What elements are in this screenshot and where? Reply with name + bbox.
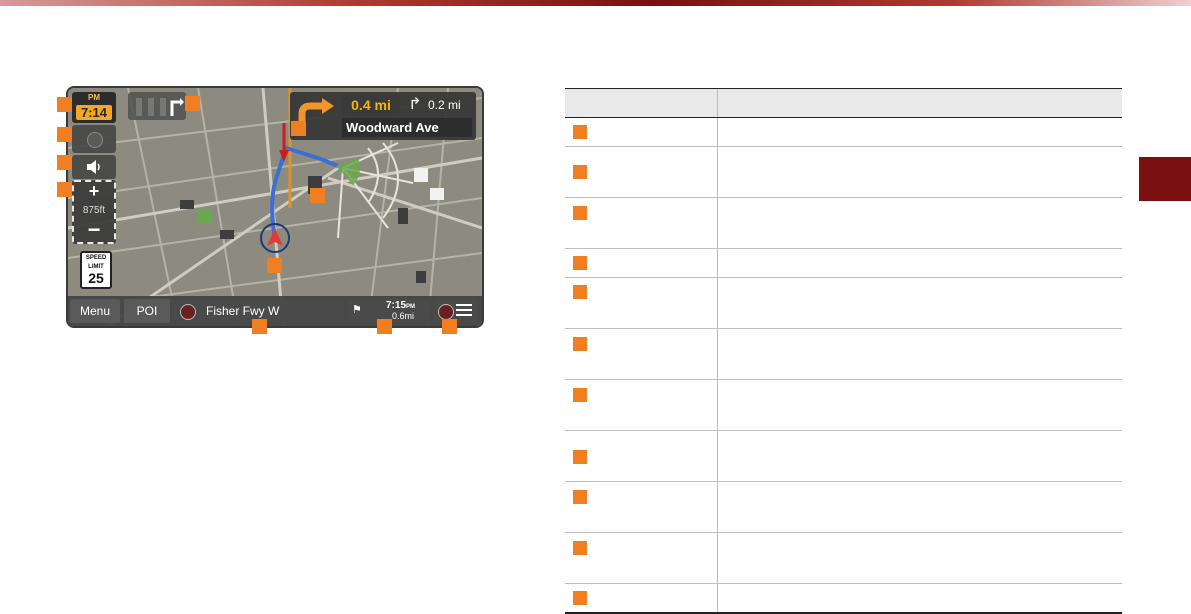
speaker-icon xyxy=(87,160,100,174)
row-marker xyxy=(573,165,587,179)
next-turn-right-icon: ↱ xyxy=(408,96,422,113)
eta-time-value: 7:15 xyxy=(386,300,407,311)
table-cell xyxy=(565,533,718,583)
eta-ampm: PM xyxy=(406,304,416,310)
zoom-scale-label: 875ft xyxy=(82,205,106,216)
table-cell xyxy=(565,278,718,328)
callout-marker xyxy=(291,121,306,136)
callout-marker xyxy=(57,155,72,170)
checkered-flag-icon: ⚑ xyxy=(352,304,362,316)
table-row xyxy=(565,249,1122,278)
turn-distance: 0.4 mi xyxy=(342,95,400,115)
next-turn-distance: 0.2 mi xyxy=(428,98,461,112)
legend-table xyxy=(565,88,1122,614)
callout-marker xyxy=(310,188,325,203)
table-row xyxy=(565,198,1122,249)
table-row xyxy=(565,482,1122,533)
menu-button[interactable]: Menu xyxy=(70,299,120,323)
current-road-name: Fisher Fwy W xyxy=(206,304,280,318)
callout-marker xyxy=(57,127,72,142)
table-cell xyxy=(565,118,718,146)
table-row xyxy=(565,584,1122,614)
speed-limit-sign: SPEED LIMIT 25 xyxy=(80,251,112,289)
poi-button[interactable]: POI xyxy=(124,299,170,323)
callout-marker xyxy=(57,182,72,197)
table-row xyxy=(565,329,1122,380)
clock-display: PM 7:14 xyxy=(72,92,116,123)
speed-limit-title-1: SPEED xyxy=(85,255,107,261)
row-marker xyxy=(573,591,587,605)
bottom-bar: Menu POI Fisher Fwy W ⚑ 7:15PM 0.6mi xyxy=(68,296,482,326)
clock-time: 7:14 xyxy=(76,105,112,120)
callout-marker xyxy=(252,319,267,334)
table-header xyxy=(565,88,1122,118)
table-cell xyxy=(565,147,718,197)
table-row xyxy=(565,118,1122,147)
row-marker xyxy=(573,337,587,351)
top-accent-bar xyxy=(0,0,1191,6)
turn-street-name: Woodward Ave xyxy=(342,118,472,137)
table-header-cell xyxy=(565,89,718,117)
volume-button[interactable] xyxy=(72,155,116,179)
table-cell xyxy=(565,329,718,379)
table-cell xyxy=(565,249,718,277)
list-icon xyxy=(456,304,472,318)
table-row xyxy=(565,380,1122,431)
table-cell xyxy=(565,198,718,248)
callout-marker xyxy=(57,97,72,112)
clock-ampm: PM xyxy=(88,93,100,102)
callout-marker xyxy=(442,319,457,334)
row-marker xyxy=(573,541,587,555)
road-compass-icon xyxy=(180,304,196,320)
speed-limit-value: 25 xyxy=(88,270,104,286)
lane-guidance xyxy=(128,92,186,120)
row-marker xyxy=(573,125,587,139)
callout-marker xyxy=(185,96,200,111)
navigation-screen: PM 7:14 + 875ft − SPEED LIMIT 25 0.4 mi … xyxy=(68,88,482,326)
row-marker xyxy=(573,285,587,299)
table-cell xyxy=(565,431,718,481)
eta-distance: 0.6mi xyxy=(392,311,415,321)
table-row xyxy=(565,147,1122,198)
table-row xyxy=(565,278,1122,329)
compass-icon xyxy=(87,132,103,148)
row-marker xyxy=(573,388,587,402)
map-view-button[interactable] xyxy=(72,125,116,153)
row-marker xyxy=(573,490,587,504)
table-cell xyxy=(565,380,718,430)
table-cell xyxy=(565,482,718,532)
row-marker xyxy=(573,256,587,270)
table-row xyxy=(565,533,1122,584)
eta-time: 7:15PM xyxy=(386,300,415,311)
row-marker xyxy=(573,450,587,464)
turn-guidance-panel: 0.4 mi ↱ 0.2 mi Woodward Ave xyxy=(290,92,476,140)
callout-marker xyxy=(267,258,282,273)
lane-arrows-icon xyxy=(136,98,184,116)
zoom-out-button[interactable]: − xyxy=(74,219,114,241)
row-marker xyxy=(573,206,587,220)
zoom-in-button[interactable]: + xyxy=(74,182,114,200)
chapter-tab xyxy=(1139,157,1191,201)
table-row xyxy=(565,431,1122,482)
zoom-control: + 875ft − xyxy=(72,180,116,244)
callout-marker xyxy=(377,319,392,334)
route-icon xyxy=(438,304,454,320)
